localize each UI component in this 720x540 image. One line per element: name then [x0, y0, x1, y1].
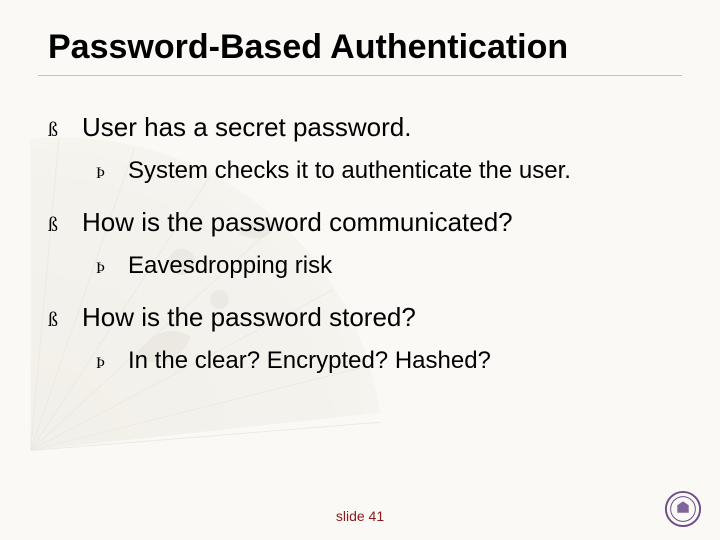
bullet-item: ß How is the password stored? Þ In the c…	[48, 302, 672, 375]
bullet-item: ß How is the password communicated? Þ Ea…	[48, 207, 672, 280]
bullet-text: User has a secret password.	[82, 112, 411, 143]
bullet-glyph-l2: Þ	[96, 259, 112, 278]
bullet-glyph-l2: Þ	[96, 354, 112, 373]
sub-bullet-text: System checks it to authenticate the use…	[128, 157, 571, 185]
bullet-text: How is the password stored?	[82, 302, 416, 333]
slide-number: slide 41	[0, 508, 720, 524]
bullet-glyph-l1: ß	[48, 308, 66, 332]
bullet-glyph-l1: ß	[48, 118, 66, 142]
sub-bullet-text: In the clear? Encrypted? Hashed?	[128, 347, 491, 375]
bullet-glyph-l2: Þ	[96, 164, 112, 183]
sub-bullet-text: Eavesdropping risk	[128, 252, 332, 280]
bullet-text: How is the password communicated?	[82, 207, 513, 238]
bullet-glyph-l1: ß	[48, 213, 66, 237]
slide-title: Password-Based Authentication	[38, 28, 682, 76]
slide: Password-Based Authentication ß User has…	[0, 0, 720, 540]
bullet-item: ß User has a secret password. Þ System c…	[48, 112, 672, 185]
university-seal-icon	[664, 490, 702, 528]
slide-content: ß User has a secret password. Þ System c…	[48, 112, 672, 375]
